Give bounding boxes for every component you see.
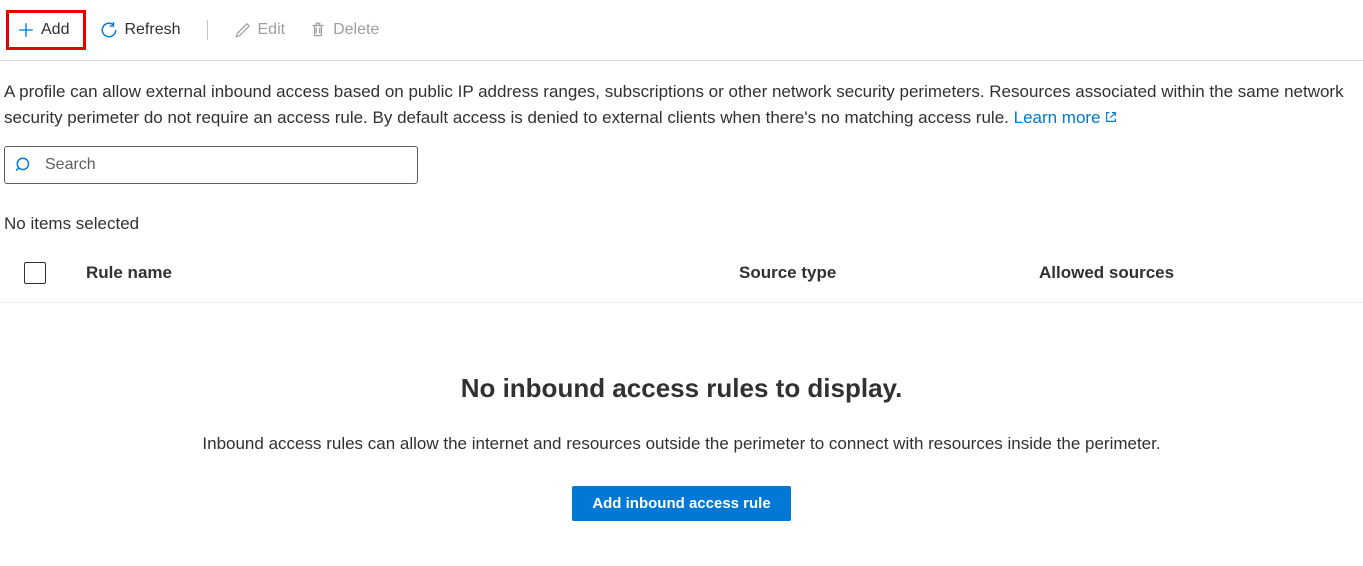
pencil-icon [234, 21, 252, 39]
plus-icon [17, 21, 35, 39]
search-icon [15, 156, 33, 174]
search-input[interactable] [45, 156, 407, 174]
select-all-checkbox[interactable] [24, 262, 46, 284]
edit-button: Edit [224, 15, 296, 45]
delete-button-label: Delete [333, 21, 379, 39]
trash-icon [309, 21, 327, 39]
command-bar: Add Refresh Edit Delete [0, 0, 1363, 61]
delete-button: Delete [299, 15, 389, 45]
selection-status: No items selected [4, 214, 1359, 234]
add-button-label: Add [41, 21, 69, 39]
column-header-source-type[interactable]: Source type [739, 263, 1039, 283]
refresh-button-label: Refresh [124, 21, 180, 39]
learn-more-label: Learn more [1014, 105, 1101, 131]
column-header-rule-name[interactable]: Rule name [86, 263, 739, 283]
edit-button-label: Edit [258, 21, 286, 39]
empty-state-subtitle: Inbound access rules can allow the inter… [20, 434, 1343, 454]
table-header-row: Rule name Source type Allowed sources [0, 244, 1363, 303]
description-text-block: A profile can allow external inbound acc… [0, 61, 1363, 130]
toolbar-separator [207, 20, 208, 40]
refresh-button[interactable]: Refresh [90, 15, 190, 45]
description-text: A profile can allow external inbound acc… [4, 82, 1344, 127]
add-button[interactable]: Add [6, 10, 86, 50]
external-link-icon [1104, 110, 1118, 124]
column-header-allowed-sources[interactable]: Allowed sources [1039, 263, 1339, 283]
refresh-icon [100, 21, 118, 39]
empty-state: No inbound access rules to display. Inbo… [0, 303, 1363, 551]
add-inbound-rule-button[interactable]: Add inbound access rule [572, 486, 790, 521]
empty-state-title: No inbound access rules to display. [20, 373, 1343, 404]
search-box[interactable] [4, 146, 418, 184]
learn-more-link[interactable]: Learn more [1014, 105, 1118, 131]
